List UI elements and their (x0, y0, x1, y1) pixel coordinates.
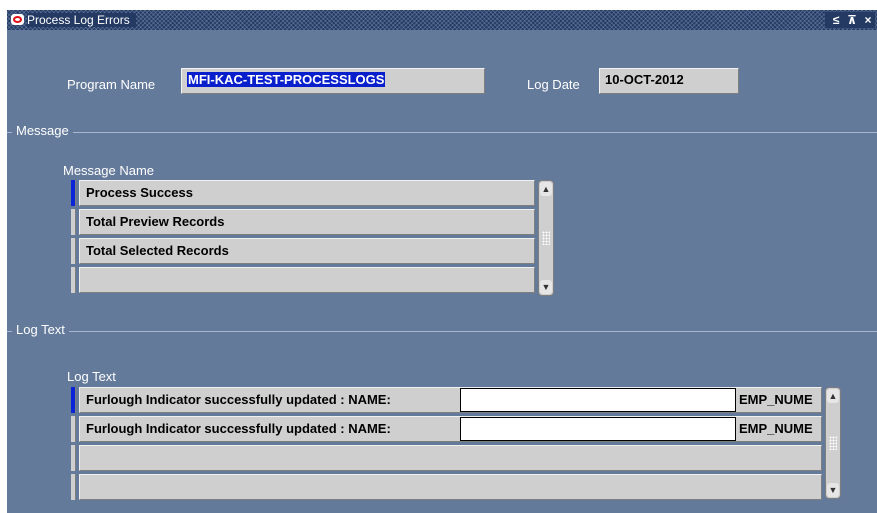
program-name-label: Program Name (67, 77, 156, 92)
scroll-grip-icon[interactable] (542, 231, 550, 245)
log-date-label: Log Date (527, 77, 580, 92)
redacted-name-box (460, 388, 736, 412)
log-text-suffix: EMP_NUME (739, 421, 813, 436)
message-scrollbar[interactable]: ▲ ▼ (538, 180, 554, 296)
log-text-scrollbar[interactable]: ▲ ▼ (825, 387, 841, 499)
log-text-value: Furlough Indicator successfully updated … (86, 392, 391, 407)
scroll-down-icon[interactable]: ▼ (540, 280, 552, 294)
log-text-row[interactable] (79, 445, 822, 471)
log-date-field[interactable]: 10-OCT-2012 (599, 68, 739, 94)
record-indicator[interactable] (71, 267, 76, 293)
process-log-errors-window: Process Log Errors ≤ ⊼ × Program Name MF… (7, 10, 877, 513)
record-indicator[interactable] (71, 209, 76, 235)
log-text-row[interactable]: Furlough Indicator successfully updated … (79, 387, 822, 413)
minimize-icon[interactable]: ≤ (829, 12, 843, 28)
close-icon[interactable]: × (861, 12, 875, 28)
record-indicator[interactable] (71, 474, 76, 500)
log-text-row[interactable]: Furlough Indicator successfully updated … (79, 416, 822, 442)
message-row[interactable]: Process Success (79, 180, 535, 206)
record-indicator[interactable] (71, 416, 76, 442)
scroll-up-icon[interactable]: ▲ (540, 182, 552, 196)
log-text-suffix: EMP_NUME (739, 392, 813, 407)
log-text-value: Furlough Indicator successfully updated … (86, 421, 391, 436)
log-text-section-divider (7, 331, 877, 332)
message-row[interactable]: Total Selected Records (79, 238, 535, 264)
log-text-section-title: Log Text (12, 322, 69, 337)
scroll-up-icon[interactable]: ▲ (827, 389, 839, 403)
maximize-icon[interactable]: ⊼ (845, 12, 859, 28)
window-title: Process Log Errors (27, 13, 136, 27)
record-indicator[interactable] (71, 387, 76, 413)
record-indicator[interactable] (71, 238, 76, 264)
message-row[interactable]: Total Preview Records (79, 209, 535, 235)
record-indicator[interactable] (71, 445, 76, 471)
message-section-title: Message (12, 123, 73, 138)
program-name-field[interactable]: MFI-KAC-TEST-PROCESSLOGS (181, 68, 485, 94)
log-text-row[interactable] (79, 474, 822, 500)
message-row[interactable] (79, 267, 535, 293)
scroll-grip-icon[interactable] (829, 436, 837, 450)
window-controls: ≤ ⊼ × (825, 12, 875, 28)
program-name-value: MFI-KAC-TEST-PROCESSLOGS (187, 72, 386, 87)
oracle-app-icon (11, 14, 24, 25)
record-indicator[interactable] (71, 180, 76, 206)
scroll-down-icon[interactable]: ▼ (827, 483, 839, 497)
redacted-name-box (460, 417, 736, 441)
log-text-column-header: Log Text (67, 369, 116, 384)
title-bar[interactable]: Process Log Errors ≤ ⊼ × (7, 10, 877, 30)
message-section-divider (7, 132, 877, 133)
message-name-column-header: Message Name (63, 163, 155, 178)
